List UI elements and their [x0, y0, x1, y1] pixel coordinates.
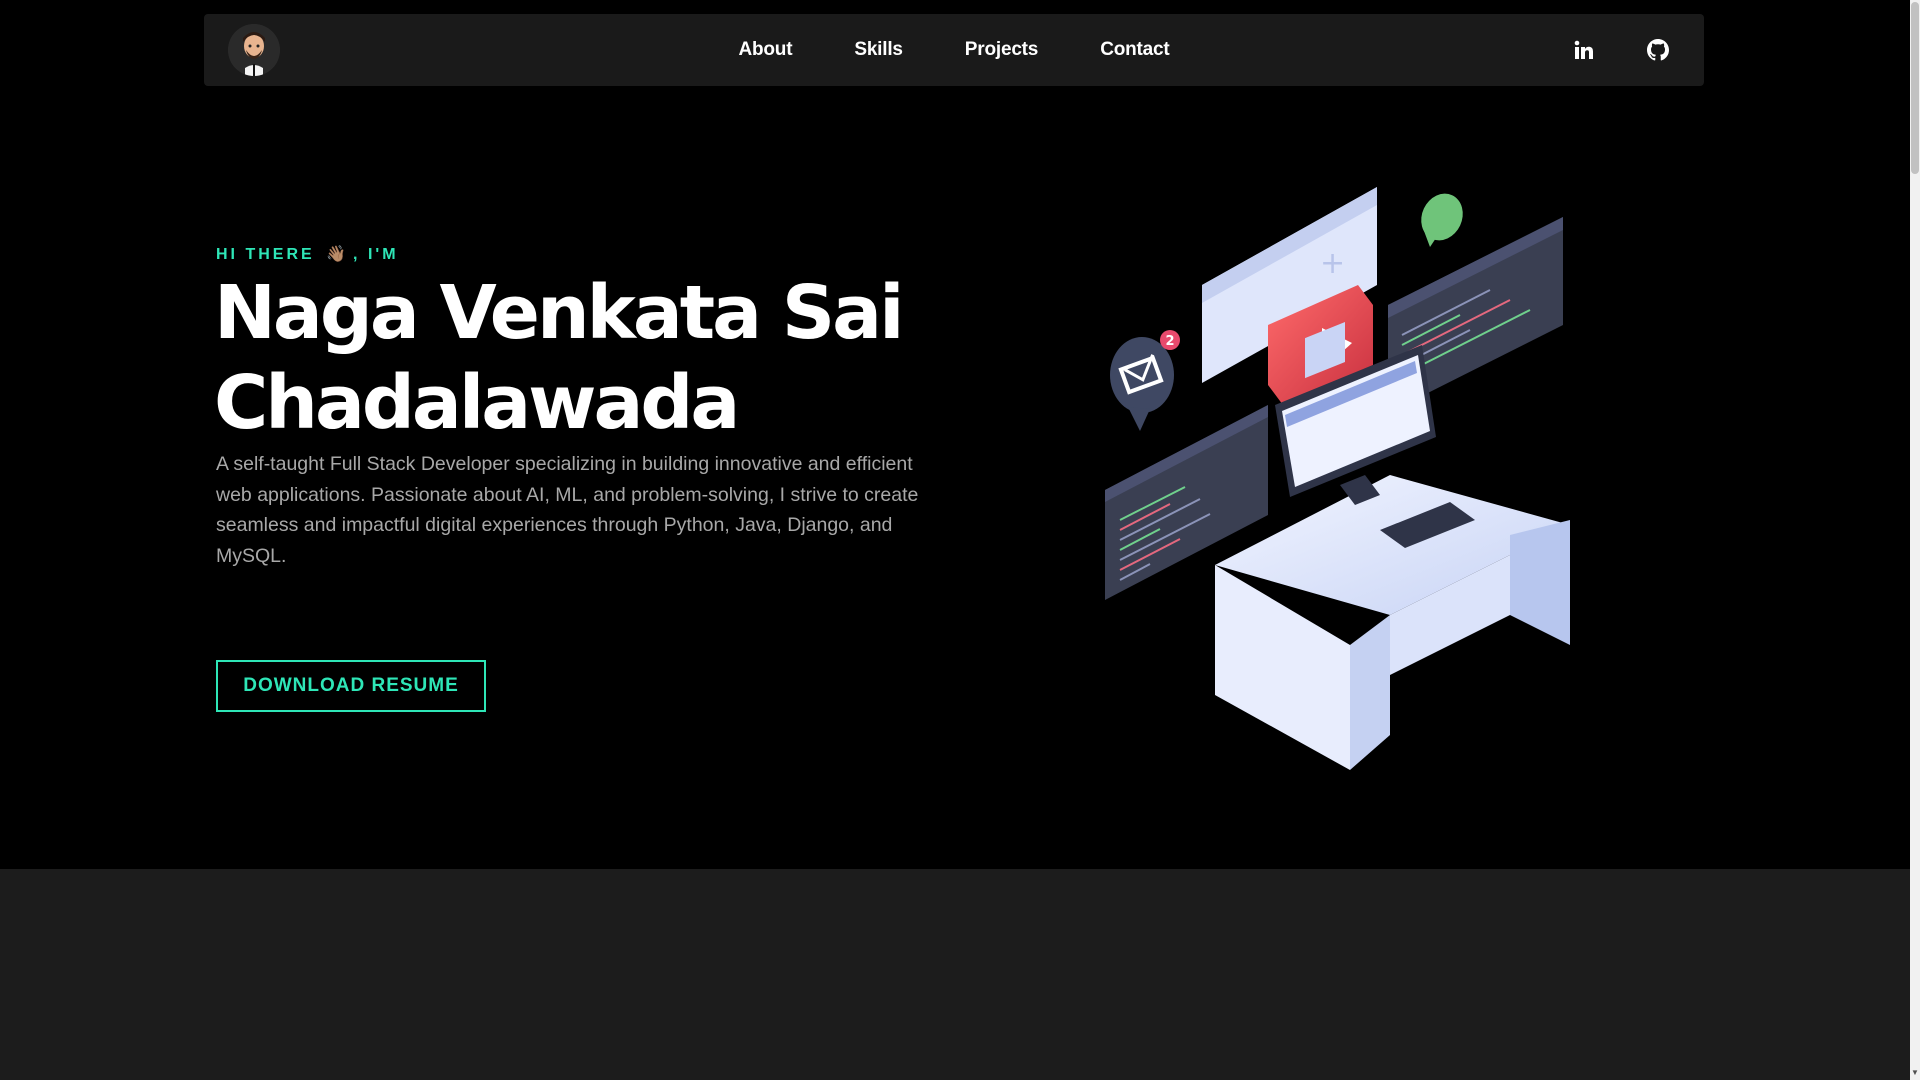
greeting-suffix: , I'M: [353, 246, 399, 263]
nav-link-skills[interactable]: Skills: [823, 39, 933, 61]
nav-link-projects[interactable]: Projects: [934, 39, 1069, 61]
wave-emoji-icon: 👋🏽: [326, 246, 350, 263]
next-section: [0, 869, 1910, 1080]
scrollbar-thumb[interactable]: [1911, 2, 1919, 174]
linkedin-icon: [1574, 40, 1593, 59]
github-link[interactable]: [1644, 36, 1672, 64]
mail-count-badge: 2: [1166, 334, 1175, 349]
logo-avatar[interactable]: [228, 24, 280, 76]
svg-text:+: +: [1320, 246, 1345, 281]
hero-name: Naga Venkata Sai Chadalawada: [214, 268, 1014, 448]
greeting-prefix: HI THERE: [216, 246, 315, 263]
developer-desk-illustration: + 2: [1105, 187, 1570, 770]
page-scrollbar[interactable]: ▼: [1910, 0, 1920, 1080]
navbar: About Skills Projects Contact: [204, 14, 1704, 86]
nav-link-contact[interactable]: Contact: [1069, 39, 1200, 61]
nav-link-about[interactable]: About: [707, 39, 823, 61]
mail-notification-icon: 2: [1110, 330, 1180, 431]
chat-bubble-icon: [1421, 193, 1463, 247]
nav-links: About Skills Projects Contact: [204, 14, 1704, 86]
download-resume-button[interactable]: DOWNLOAD RESUME: [216, 660, 486, 712]
hero-name-line1: Naga Venkata Sai: [214, 270, 904, 356]
hero-name-line2: Chadalawada: [214, 360, 740, 446]
hero-greeting: HI THERE 👋🏽, I'M: [216, 244, 399, 264]
github-icon: [1647, 39, 1669, 61]
scroll-down-arrow-icon[interactable]: ▼: [1911, 1068, 1919, 1078]
desk-icon: [1215, 475, 1570, 770]
linkedin-link[interactable]: [1570, 36, 1598, 64]
avatar-icon: [228, 24, 280, 76]
hero-description: A self-taught Full Stack Developer speci…: [216, 453, 919, 567]
